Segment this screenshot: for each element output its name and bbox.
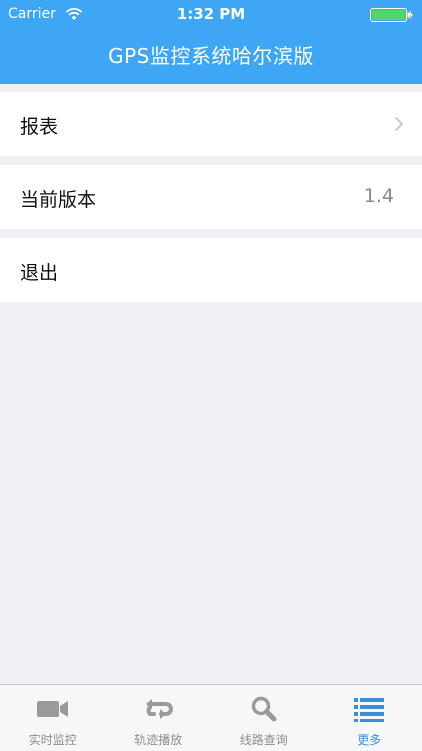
replay-icon [140,695,176,723]
tab-label: 更多 [317,731,422,748]
logout-row[interactable]: 退出 [0,238,422,302]
tab-label: 线路查询 [211,731,317,748]
version-label: 当前版本 [20,185,96,212]
page-title: GPS监控系统哈尔滨版 [0,40,422,69]
tab-track-playback[interactable]: 轨迹播放 [106,685,212,751]
video-camera-icon [35,695,71,723]
version-row: 当前版本 1.4 [0,165,422,229]
version-value: 1.4 [364,185,394,207]
tab-more[interactable]: 更多 [317,685,422,751]
tab-label: 实时监控 [0,731,106,748]
chevron-right-icon [394,116,404,132]
tab-label: 轨迹播放 [106,731,212,748]
tab-route-search[interactable]: 线路查询 [211,685,317,751]
reports-label: 报表 [20,112,58,139]
tab-realtime-monitoring[interactable]: 实时监控 [0,685,106,751]
status-time: 1:32 PM [0,5,422,23]
reports-row[interactable]: 报表 [0,92,422,156]
search-icon [246,695,282,723]
battery-icon [370,8,414,22]
tab-bar: 实时监控 轨迹播放 线路查询 更多 [0,684,422,751]
list-icon [351,695,387,723]
status-bar: Carrier 1:32 PM [0,0,422,30]
logout-label: 退出 [20,258,58,285]
header: Carrier 1:32 PM GPS监控系统哈尔滨版 [0,0,422,84]
